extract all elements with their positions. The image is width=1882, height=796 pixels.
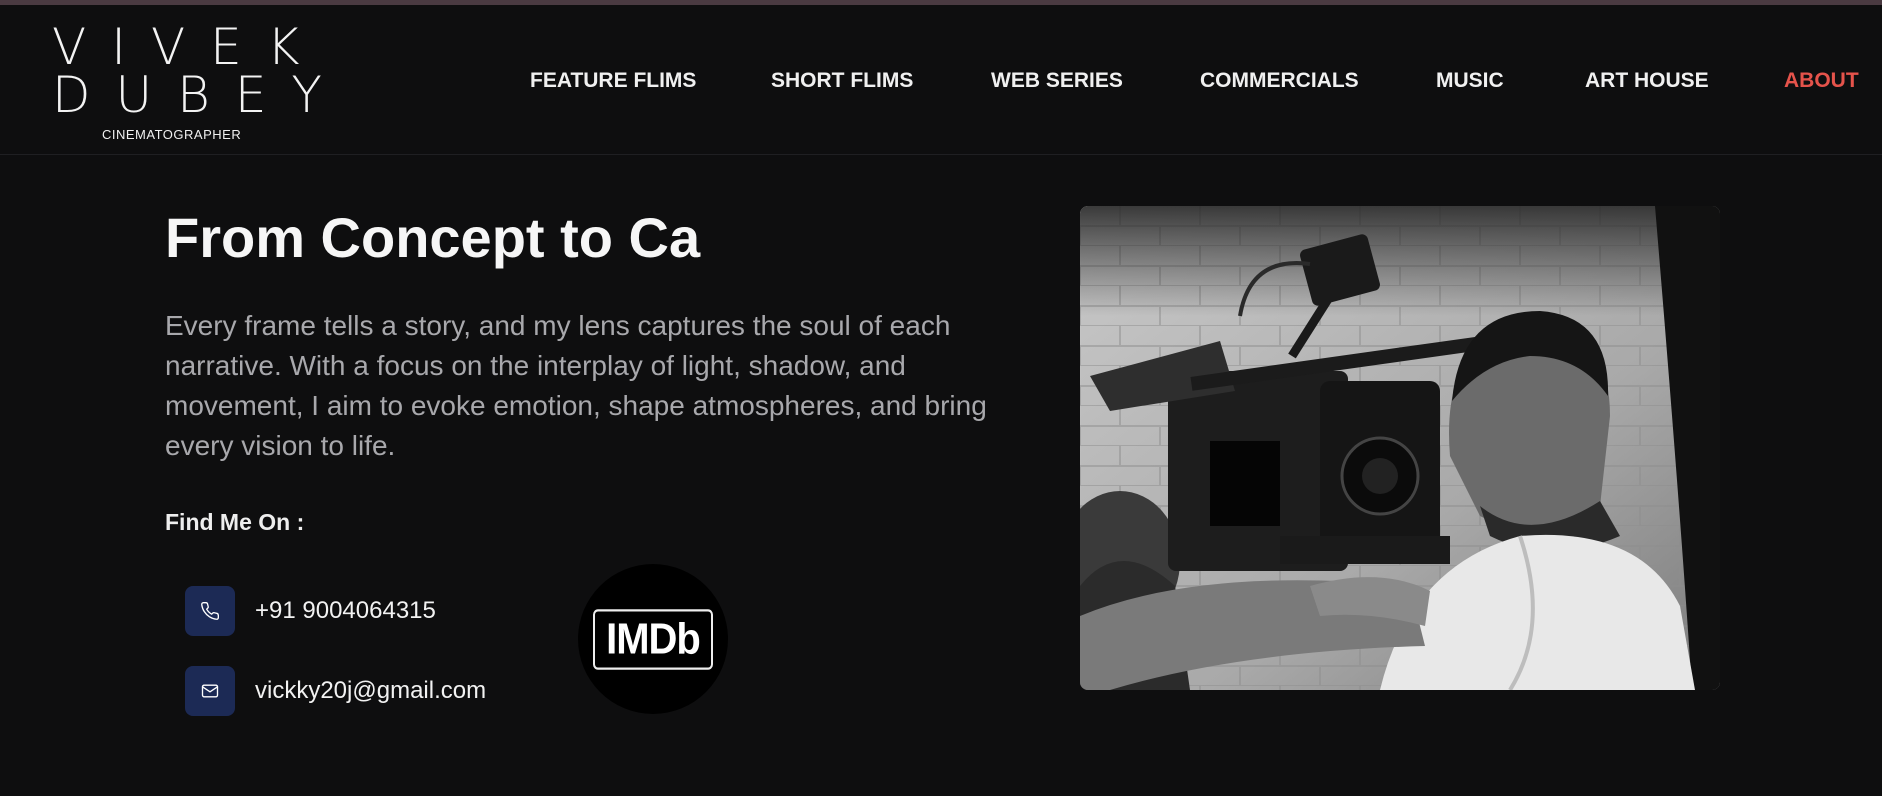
intro-paragraph: Every frame tells a story, and my lens c… <box>165 310 987 461</box>
cinematographer-photo <box>1080 206 1720 690</box>
phone-number[interactable]: +91 9004064315 <box>255 597 436 625</box>
nav-music[interactable]: MUSIC <box>1436 69 1504 93</box>
photo-illustration <box>1080 206 1720 690</box>
site-logo[interactable]: VIVEK DUBEY CINEMATOGRAPHER <box>52 18 347 145</box>
email-contact[interactable]: vickky20j@gmail.com <box>185 666 486 716</box>
page-headline: From Concept to Ca <box>165 206 701 269</box>
find-me-label: Find Me On : <box>165 509 305 535</box>
logo-last-name: DUBEY <box>52 66 347 124</box>
phone-contact[interactable]: +91 9004064315 <box>185 586 436 636</box>
site-header: VIVEK DUBEY CINEMATOGRAPHER FEATURE FLIM… <box>0 5 1882 155</box>
logo-tagline: CINEMATOGRAPHER <box>102 127 242 142</box>
phone-icon <box>185 586 235 636</box>
imdb-link[interactable]: IMDb <box>578 564 728 714</box>
mail-icon <box>185 666 235 716</box>
nav-feature-films[interactable]: FEATURE FLIMS <box>530 69 696 93</box>
email-address[interactable]: vickky20j@gmail.com <box>255 677 486 705</box>
logo-first-name: VIVEK <box>52 18 325 76</box>
nav-commercials[interactable]: COMMERCIALS <box>1200 69 1359 93</box>
nav-art-house[interactable]: ART HOUSE <box>1585 69 1709 93</box>
nav-about[interactable]: ABOUT <box>1784 69 1859 93</box>
imdb-logo: IMDb <box>593 608 713 670</box>
nav-short-films[interactable]: SHORT FLIMS <box>771 69 913 93</box>
nav-web-series[interactable]: WEB SERIES <box>991 69 1123 93</box>
